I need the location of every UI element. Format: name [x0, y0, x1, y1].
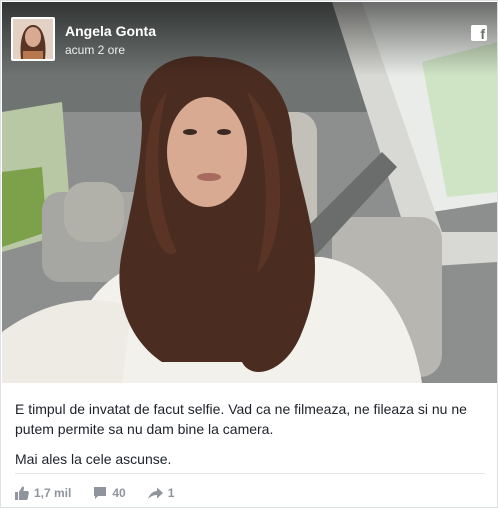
post-header	[2, 2, 497, 76]
share-count[interactable]: 1	[147, 486, 175, 500]
post-timestamp[interactable]: acum 2 ore	[65, 43, 125, 57]
share-arrow-icon	[147, 487, 163, 499]
comment-icon	[94, 487, 107, 499]
caption-paragraph: Mai ales la cele ascunse.	[15, 451, 172, 467]
like-count-label: 1,7 mil	[34, 486, 72, 500]
author-name[interactable]: Angela Gonta	[65, 23, 156, 39]
post-stats-bar: 1,7 mil 40 1	[15, 483, 196, 503]
facebook-post-card: Angela Gonta acum 2 ore f E timpul de in…	[0, 0, 498, 508]
comment-count[interactable]: 40	[93, 486, 126, 500]
share-count-label: 1	[167, 486, 175, 500]
like-count[interactable]: 1,7 mil	[15, 486, 71, 500]
comment-count-label: 40	[112, 486, 126, 500]
thumbs-up-icon	[15, 486, 29, 500]
divider	[15, 473, 485, 474]
post-caption: E timpul de invatat de facut selfie. Vad…	[15, 399, 485, 479]
author-avatar[interactable]	[11, 17, 55, 61]
facebook-icon: f	[471, 25, 487, 41]
caption-paragraph: E timpul de invatat de facut selfie. Vad…	[15, 401, 467, 437]
